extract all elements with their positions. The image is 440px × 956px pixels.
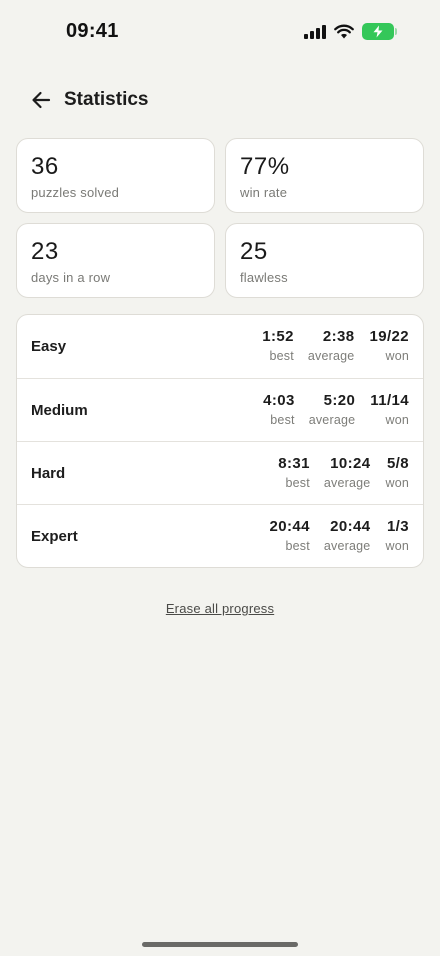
average-time-caption: average [308,412,356,427]
games-won-caption: won [385,412,409,427]
best-time-caption: best [269,349,294,363]
best-time: 4:03 best [263,392,295,429]
games-won: 5/8 won [385,455,409,492]
summary-card-streak: 23 days in a row [16,223,215,298]
summary-label: win rate [240,185,288,200]
average-time: 5:20 average [309,392,356,429]
average-time: 2:38 average [308,328,355,365]
games-won-value: 1/3 [386,517,409,535]
difficulty-name: Easy [31,338,67,355]
games-won: 1/3 won [385,518,409,555]
arrow-left-icon [32,91,51,109]
difficulty-row-medium: Medium 4:03 best 5:20 average 11/14 won [17,378,423,441]
games-won-caption: won [385,538,409,553]
average-time-caption: average [323,538,371,553]
difficulty-stats: 8:31 best 10:24 average 5/8 won [278,455,409,492]
erase-container: Erase all progress [0,600,440,618]
games-won-value: 11/14 [370,391,409,409]
status-bar: 09:41 [0,0,440,64]
best-time-caption: best [285,538,310,553]
difficulty-table: Easy 1:52 best 2:38 average 19/22 won Me… [16,314,424,568]
best-time: 1:52 best [262,328,294,365]
average-time: 10:24 average [324,455,371,492]
summary-label: flawless [240,270,288,285]
average-time-caption: average [323,475,371,490]
games-won: 19/22 won [369,328,409,365]
best-time-caption: best [285,475,310,490]
back-button[interactable] [28,87,54,113]
difficulty-name: Expert [31,527,78,545]
games-won-value: 19/22 [369,328,409,345]
difficulty-name: Hard [31,464,66,482]
status-icons [304,23,397,40]
difficulty-name: Medium [31,401,88,419]
best-time: 20:44 best [270,518,310,555]
summary-card-win-rate: 77% win rate [225,138,424,213]
status-time: 09:41 [66,20,119,42]
difficulty-stats: 1:52 best 2:38 average 19/22 won [262,328,409,365]
battery-charging-icon [362,23,397,40]
page-title: Statistics [64,89,149,110]
best-time-value: 1:52 [262,328,294,345]
summary-label: days in a row [31,270,111,285]
difficulty-row-expert: Expert 20:44 best 20:44 average 1/3 won [17,504,423,567]
games-won: 11/14 won [370,392,409,429]
games-won-caption: won [385,349,409,363]
difficulty-stats: 20:44 best 20:44 average 1/3 won [270,518,409,555]
difficulty-row-easy: Easy 1:52 best 2:38 average 19/22 won [17,315,423,378]
average-time: 20:44 average [324,518,371,555]
average-time-value: 2:38 [322,328,355,345]
average-time-value: 20:44 [330,517,371,535]
wifi-icon [334,24,354,39]
summary-value: 36 [31,153,59,180]
page-header: Statistics [28,84,148,116]
average-time-value: 10:24 [330,454,371,472]
difficulty-stats: 4:03 best 5:20 average 11/14 won [263,392,409,429]
average-time-caption: average [307,349,355,363]
summary-value: 25 [240,238,268,265]
summary-value: 23 [31,238,59,265]
best-time-value: 20:44 [269,517,310,535]
best-time: 8:31 best [278,455,310,492]
erase-progress-link[interactable]: Erase all progress [166,601,274,616]
summary-value: 77% [240,153,290,180]
games-won-caption: won [385,475,409,490]
best-time-caption: best [270,412,295,427]
summary-label: puzzles solved [31,185,120,200]
signal-icon [304,24,326,39]
summary-card-flawless: 25 flawless [225,223,424,298]
best-time-value: 8:31 [278,454,310,472]
average-time-value: 5:20 [323,391,356,409]
games-won-value: 5/8 [386,454,409,472]
difficulty-row-hard: Hard 8:31 best 10:24 average 5/8 won [17,441,423,504]
summary-cards: 36 puzzles solved 77% win rate 23 days i… [16,138,424,298]
home-indicator[interactable] [142,942,298,947]
best-time-value: 4:03 [263,391,295,409]
summary-card-puzzles-solved: 36 puzzles solved [16,138,215,213]
